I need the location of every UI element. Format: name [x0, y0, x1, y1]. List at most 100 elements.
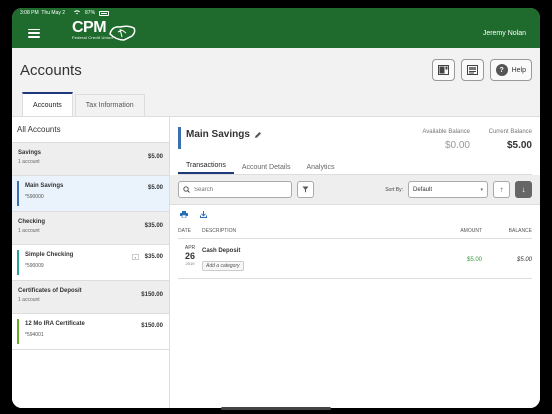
group-name: Savings — [18, 150, 42, 156]
account-number: *594001 — [25, 332, 44, 338]
account-number: *590000 — [25, 194, 44, 200]
filter-icon — [302, 186, 309, 193]
status-time: 3:08 PM Thu May 2 — [20, 10, 65, 16]
account-sidebar: All Accounts Savings 1 account $5.00 Mai… — [12, 117, 170, 408]
available-balance-label: Available Balance — [422, 129, 470, 135]
date-day: 26 — [184, 251, 195, 261]
brand-logo: CPM Federal Credit Union — [72, 19, 113, 41]
status-date-text: Thu May 2 — [41, 10, 66, 16]
transactions-toolbar: Sort By: Default ▾ ↑ ↓ — [170, 175, 540, 205]
transactions-header: DATE DESCRIPTION AMOUNT BALANCE — [178, 223, 532, 239]
wifi-icon — [73, 9, 81, 17]
account-name: Main Savings — [25, 183, 64, 189]
logo-text: CPM — [72, 19, 107, 36]
transaction-description: Cash Deposit Add a category — [202, 245, 432, 272]
sort-ascending-button[interactable]: ↑ — [493, 181, 510, 198]
group-total: $150.00 — [141, 292, 163, 298]
print-icon[interactable] — [180, 210, 188, 218]
group-savings: Savings 1 account $5.00 — [12, 143, 169, 176]
tab-analytics[interactable]: Analytics — [298, 164, 342, 174]
export-actions — [178, 205, 532, 223]
transaction-date: APR 26 2019 — [178, 245, 202, 266]
account-color-bar — [17, 250, 19, 275]
transaction-balance: $5.00 — [516, 257, 532, 263]
group-name: Checking — [18, 219, 46, 225]
layout-icon — [437, 65, 449, 75]
tab-accounts[interactable]: Accounts — [22, 92, 73, 116]
account-item-ira-certificate[interactable]: 12 Mo IRA Certificate *594001 $150.00 — [12, 314, 169, 350]
account-color-bar — [17, 319, 19, 344]
battery-icon — [99, 10, 110, 16]
account-color-bar — [178, 127, 181, 149]
account-balance: $150.00 — [141, 323, 163, 329]
account-item-main-savings[interactable]: Main Savings *590000 $5.00 — [12, 176, 169, 212]
status-time-text: 3:08 PM — [20, 10, 39, 16]
statements-button[interactable] — [460, 59, 484, 81]
current-balance-value: $5.00 — [506, 140, 532, 151]
current-balance-label: Current Balance — [488, 129, 532, 135]
transaction-amount: $5.00 — [466, 257, 482, 263]
header-actions: ? Help — [431, 59, 532, 81]
account-header: Main Savings Available Balance $0.00 Cur… — [178, 117, 532, 157]
home-indicator[interactable] — [221, 407, 331, 410]
available-balance: Available Balance $0.00 — [422, 129, 470, 151]
all-accounts-item[interactable]: All Accounts — [12, 117, 169, 143]
group-count: 1 account — [18, 228, 40, 234]
user-name[interactable]: Jeremy Nolan — [483, 30, 526, 37]
col-description[interactable]: DESCRIPTION — [202, 228, 432, 234]
content-area: All Accounts Savings 1 account $5.00 Mai… — [12, 116, 540, 408]
account-title-text: Main Savings — [186, 129, 250, 140]
col-date[interactable]: DATE — [178, 228, 202, 234]
account-item-simple-checking[interactable]: Simple Checking *590009 ▪ $35.00 — [12, 245, 169, 281]
layout-button[interactable] — [431, 59, 455, 81]
search-box[interactable] — [178, 181, 292, 198]
arrow-down-icon: ↓ — [521, 185, 526, 194]
tab-tax-information[interactable]: Tax Information — [74, 94, 145, 116]
sort-select[interactable]: Default ▾ — [408, 181, 488, 198]
tab-account-details[interactable]: Account Details — [234, 164, 299, 174]
search-icon — [183, 186, 190, 193]
title-row: Accounts ? Help — [12, 48, 540, 92]
filter-button[interactable] — [297, 181, 314, 198]
sort-label: Sort By: — [385, 186, 403, 193]
detail-tabs: Transactions Account Details Analytics — [178, 157, 532, 175]
date-year: 2019 — [185, 261, 195, 266]
pencil-icon[interactable] — [254, 131, 262, 139]
col-amount[interactable]: AMOUNT — [432, 228, 482, 234]
status-right: 87% — [65, 9, 532, 17]
sort-value: Default — [413, 186, 433, 193]
download-icon[interactable] — [200, 210, 207, 218]
table-row[interactable]: APR 26 2019 Cash Deposit Add a category … — [178, 239, 532, 279]
battery-percent: 87% — [85, 10, 96, 16]
palmetto-logo-icon — [109, 25, 136, 41]
account-detail: Main Savings Available Balance $0.00 Cur… — [170, 117, 540, 408]
account-color-bar — [17, 181, 19, 206]
group-count: 1 account — [18, 159, 40, 165]
question-icon: ? — [495, 64, 508, 76]
account-balance: $35.00 — [144, 254, 163, 260]
group-checking: Checking 1 account $35.00 — [12, 212, 169, 245]
group-total: $5.00 — [147, 154, 163, 160]
group-certificates: Certificates of Deposit 1 account $150.0… — [12, 281, 169, 314]
status-bar: 3:08 PM Thu May 2 87% — [12, 8, 540, 18]
card-icon: ▪ — [132, 254, 139, 260]
search-input[interactable] — [194, 186, 284, 193]
add-category-button[interactable]: Add a category — [202, 261, 244, 271]
help-button[interactable]: ? Help — [489, 59, 532, 81]
tab-transactions[interactable]: Transactions — [178, 162, 234, 174]
current-balance: Current Balance $5.00 — [489, 129, 532, 151]
menu-icon[interactable] — [28, 28, 40, 38]
logo-subtext: Federal Credit Union — [72, 35, 113, 40]
arrow-up-icon: ↑ — [499, 185, 504, 194]
app-window: 3:08 PM Thu May 2 87% Jeremy Nolan CPM F… — [12, 8, 540, 408]
sort-descending-button[interactable]: ↓ — [515, 181, 532, 198]
help-label: Help — [511, 66, 526, 74]
account-title: Main Savings — [186, 129, 262, 140]
chevron-down-icon: ▾ — [480, 186, 483, 193]
col-balance[interactable]: BALANCE — [482, 228, 532, 234]
description-text: Cash Deposit — [202, 248, 241, 254]
account-number: *590009 — [25, 263, 44, 269]
account-name: Simple Checking — [25, 252, 74, 258]
available-balance-value: $0.00 — [444, 140, 470, 151]
group-total: $35.00 — [144, 223, 163, 229]
